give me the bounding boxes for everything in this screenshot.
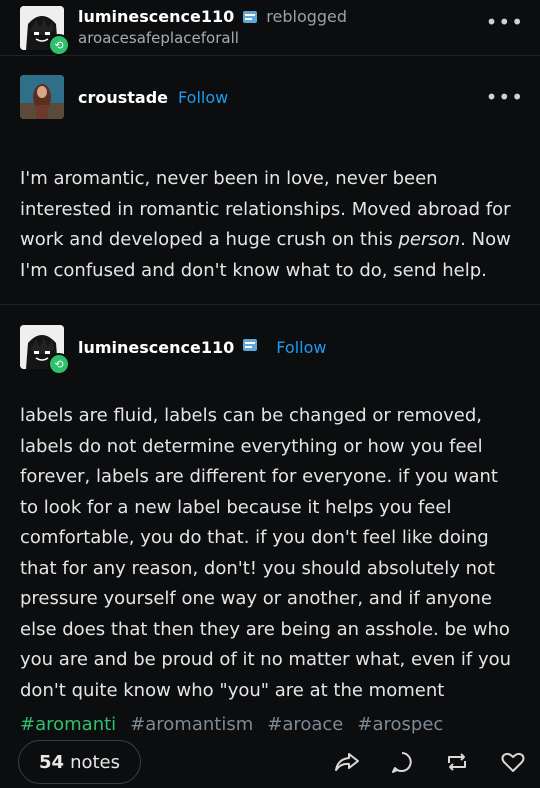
reblog-icon[interactable] (444, 750, 470, 774)
reblog-header: ⟲ luminescence110 reblogged aroacesafepl… (0, 0, 540, 56)
reply-post-text: labels are fluid, labels can be changed … (20, 405, 512, 701)
notes-label: notes (70, 751, 120, 773)
op-username[interactable]: croustade (78, 88, 168, 107)
reply-icon[interactable] (390, 750, 414, 774)
reblog-badge-icon: ⟲ (48, 34, 70, 56)
op-post-text: I'm aromantic, never been in love, never… (20, 168, 511, 281)
share-icon[interactable] (334, 750, 360, 774)
reply-post-header: ⟲ luminescence110 Follow (0, 305, 540, 375)
notes-button[interactable]: 54 notes (18, 740, 141, 784)
tag-item[interactable]: #arospec (357, 714, 443, 735)
notes-count: 54 (39, 751, 65, 773)
follow-button[interactable]: Follow (178, 88, 228, 107)
post-footer: 54 notes (0, 736, 540, 788)
badge-icon (240, 337, 260, 357)
tag-list: #aromanti #aromantism #aroace #arospec (0, 706, 540, 735)
tag-item[interactable]: #aroace (267, 714, 343, 735)
more-dots-icon[interactable]: ••• (486, 10, 524, 34)
reply-avatar[interactable]: ⟲ (20, 325, 70, 375)
op-avatar[interactable] (20, 75, 64, 119)
follow-button[interactable]: Follow (276, 338, 326, 357)
reblog-badge-icon: ⟲ (48, 353, 70, 375)
reblogger-avatar[interactable]: ⟲ (20, 6, 70, 56)
reblogged-label: reblogged (266, 7, 348, 26)
badge-icon (240, 9, 260, 25)
like-icon[interactable] (500, 750, 526, 774)
reblogger-username[interactable]: luminescence110 (78, 7, 234, 26)
op-post-header: croustade Follow ••• (0, 56, 540, 120)
tag-item[interactable]: #aromanti (20, 714, 116, 735)
tag-item[interactable]: #aromantism (130, 714, 253, 735)
reblog-source[interactable]: aroacesafeplaceforall (78, 29, 347, 47)
post-menu-dots-icon[interactable]: ••• (486, 85, 524, 109)
reply-username[interactable]: luminescence110 (78, 338, 234, 357)
